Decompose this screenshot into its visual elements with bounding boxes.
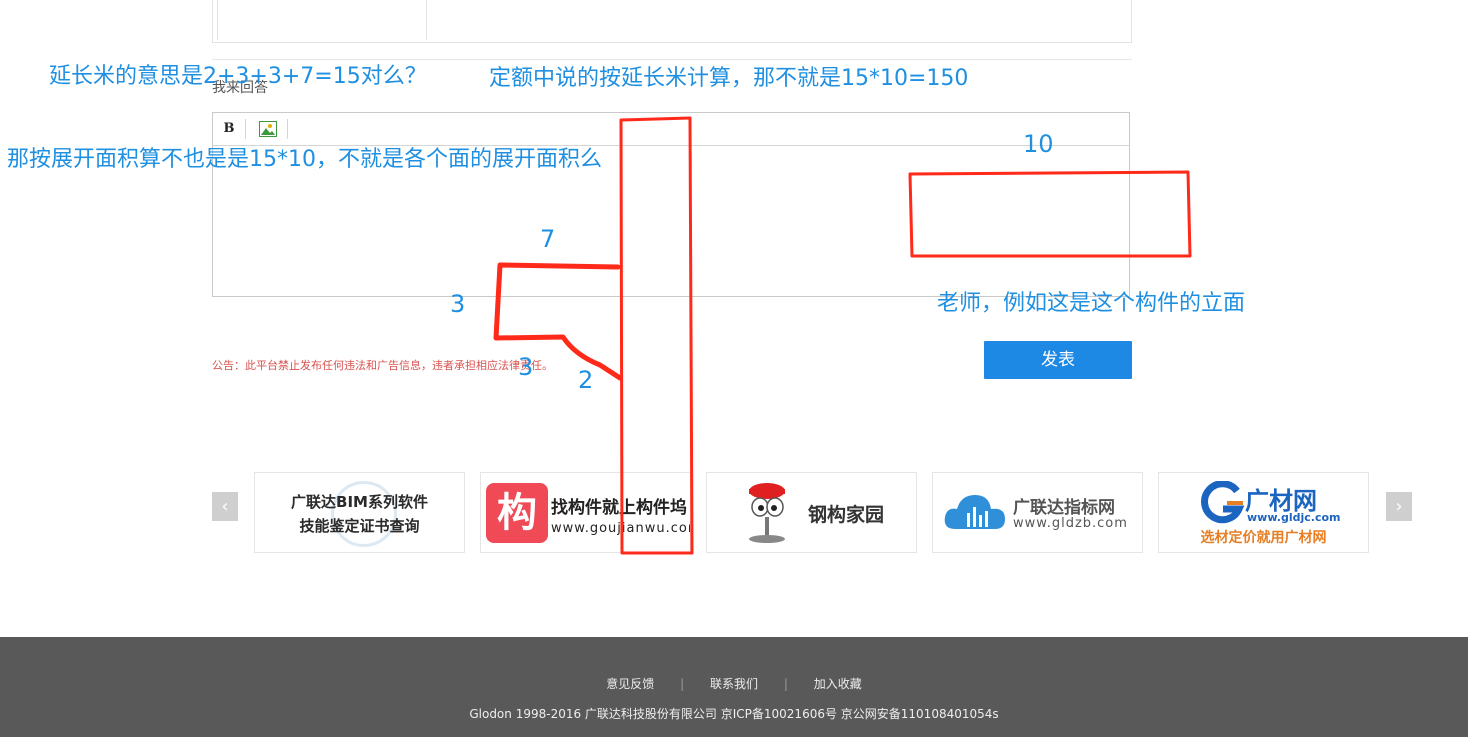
annotation-note: 延长米的意思是2+3+3+7=15对么？ [49, 64, 427, 89]
dimension-label: 7 [540, 225, 556, 253]
markup-profile-shape [493, 262, 623, 381]
dimension-label: 2 [578, 366, 594, 394]
markup-elevation-rectangle [908, 170, 1192, 258]
dimension-label: 10 [1023, 130, 1054, 158]
annotation-note: 那按展开面积算不也是是15*10，不就是各个面的展开面积么 [7, 147, 602, 172]
annotation-note: 老师，例如这是这个构件的立面 [937, 291, 1246, 316]
markup-tall-rectangle [619, 116, 694, 555]
dimension-label: 3 [518, 353, 534, 381]
markup-overlay [493, 116, 1192, 555]
dimension-label: 3 [450, 290, 466, 318]
annotation-note: 定额中说的按延长米计算，那不就是15*10=150 [489, 66, 969, 91]
